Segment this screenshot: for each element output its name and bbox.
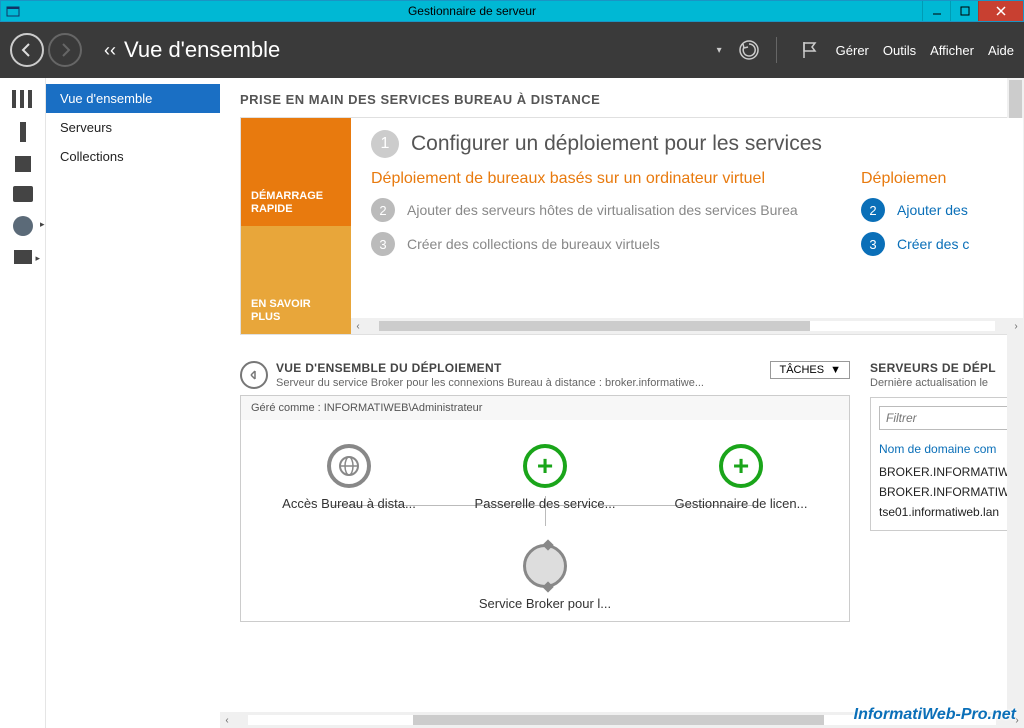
nav-item-overview[interactable]: Vue d'ensemble [46,84,220,113]
deployment-overview-panel: VUE D'ENSEMBLE DU DÉPLOIEMENT Serveur du… [240,361,850,622]
nav-forward-button [48,33,82,67]
quickstart-horizontal-scrollbar[interactable]: ‹› [351,318,1023,334]
plus-icon: + [523,444,567,488]
left-icon-rail [0,78,46,728]
node-broker-label: Service Broker pour l... [241,596,849,611]
main-area: ▴▾ PRISE EN MAIN DES SERVICES BUREAU À D… [220,78,1024,728]
nav-item-collections[interactable]: Collections [46,142,220,171]
deployment-panel-subtitle: Serveur du service Broker pour les conne… [276,377,704,389]
chevron-down-icon: ▼ [830,364,841,376]
rail-dashboard-icon[interactable] [12,90,34,108]
breadcrumb-dropdown-icon[interactable]: ▾ [717,45,722,56]
breadcrumb-lead: ‹‹ [104,40,116,61]
nav-panel: Vue d'ensemble Serveurs Collections [46,78,220,728]
colB-step3-num: 3 [861,232,885,256]
maximize-button[interactable] [950,1,978,21]
server-row[interactable]: tse01.informatiweb.lan [879,502,1015,522]
colB-heading: Déploiemen [861,170,1011,188]
toolbar-separator [776,37,782,63]
colB-step2-num: 2 [861,198,885,222]
colB-step2-text[interactable]: Ajouter des [897,202,968,218]
quickstart-tab-learn[interactable]: EN SAVOIR PLUS [241,226,351,334]
menu-tools[interactable]: Outils [883,43,916,58]
close-button[interactable] [978,1,1023,21]
window-title: Gestionnaire de serveur [22,4,922,18]
colA-step3-text[interactable]: Créer des collections de bureaux virtuel… [407,236,660,252]
app-icon [4,2,22,20]
colA-heading: Déploiement de bureaux basés sur un ordi… [371,170,821,188]
broker-icon [523,544,567,588]
minimize-button[interactable] [922,1,950,21]
rail-more-icon[interactable] [14,250,32,264]
deployment-servers-panel: SERVEURS DE DÉPL Dernière actualisation … [870,361,1024,622]
quickstart-box: DÉMARRAGE RAPIDE EN SAVOIR PLUS 1 Config… [240,117,1024,335]
menu-help[interactable]: Aide [988,43,1014,58]
page-title: Vue d'ensemble [124,37,717,63]
menu-manage[interactable]: Gérer [836,43,869,58]
tasks-dropdown[interactable]: TÂCHES ▼ [770,361,850,379]
nav-back-button[interactable] [10,33,44,67]
globe-icon [327,444,371,488]
colA-step2-num: 2 [371,198,395,222]
rail-all-servers-icon[interactable] [15,156,31,172]
servers-column-header[interactable]: Nom de domaine com [879,442,1015,456]
node-licensing[interactable]: + Gestionnaire de licen... [656,444,826,511]
node-gateway[interactable]: + Passerelle des service... [460,444,630,511]
server-row[interactable]: BROKER.INFORMATIW [879,462,1015,482]
rail-file-services-icon[interactable] [13,186,33,202]
managed-as-line: Géré comme : INFORMATIWEB\Administrateur [241,396,849,420]
menu-view[interactable]: Afficher [930,43,974,58]
plus-icon: + [719,444,763,488]
colA-step3-num: 3 [371,232,395,256]
node-web-access[interactable]: Accès Bureau à dista... [264,444,434,511]
deployment-panel-title: VUE D'ENSEMBLE DU DÉPLOIEMENT [276,361,704,375]
servers-filter-input[interactable] [879,406,1015,430]
quickstart-section-header: PRISE EN MAIN DES SERVICES BUREAU À DIST… [240,92,1024,107]
servers-panel-title: SERVEURS DE DÉPL [870,361,1024,375]
tasks-label: TÂCHES [779,364,824,376]
server-row[interactable]: BROKER.INFORMATIW [879,482,1015,502]
big-step-title: Configurer un déploiement pour les servi… [411,132,822,156]
colA-step2-text[interactable]: Ajouter des serveurs hôtes de virtualisa… [407,202,798,218]
quickstart-tab-start[interactable]: DÉMARRAGE RAPIDE [241,118,351,226]
notifications-flag-icon[interactable] [796,37,822,63]
rail-local-server-icon[interactable] [20,122,26,142]
refresh-button[interactable] [736,37,762,63]
big-step-number: 1 [371,130,399,158]
nav-item-servers[interactable]: Serveurs [46,113,220,142]
window-titlebar: Gestionnaire de serveur [0,0,1024,22]
colB-step3-text[interactable]: Créer des c [897,236,969,252]
main-toolbar: ‹‹ Vue d'ensemble ▾ Gérer Outils Affiche… [0,22,1024,78]
deployment-panel-icon [240,361,268,389]
deployment-horizontal-scrollbar[interactable]: ‹› [220,712,1024,728]
rail-rds-icon[interactable] [13,216,33,236]
servers-panel-subtitle: Dernière actualisation le [870,377,1024,389]
